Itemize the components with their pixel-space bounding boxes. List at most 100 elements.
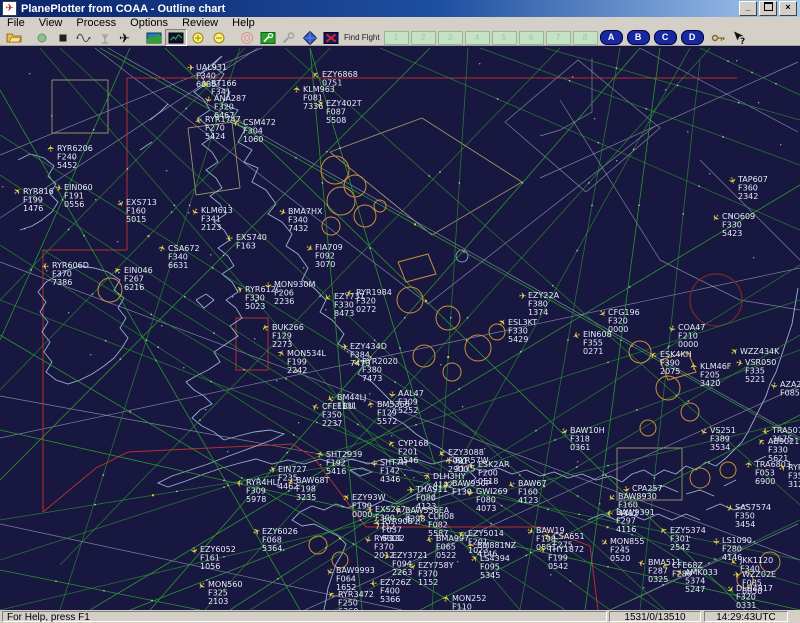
aircraft-flight-level: F163: [236, 241, 256, 250]
toolbar-chart-view-icon[interactable]: [144, 30, 164, 45]
toolbar-open-file-icon[interactable]: [4, 30, 24, 45]
aircraft-squawk: 1060: [243, 135, 263, 144]
aircraft-squawk: 4346: [380, 475, 400, 484]
toolbar-mode-s-icon[interactable]: [321, 30, 341, 45]
aircraft-icon: ✈: [187, 64, 195, 74]
toolbar-context-help-icon[interactable]: ?: [729, 30, 749, 45]
aircraft-icon: ✈: [293, 85, 304, 94]
group-button-c[interactable]: C: [654, 30, 677, 45]
aircraft-squawk: 2236: [274, 297, 294, 306]
toolbar-key-icon[interactable]: [708, 30, 728, 45]
aircraft-squawk: 0542: [548, 562, 568, 571]
aircraft-squawk: 5221: [745, 375, 765, 384]
group-button-b[interactable]: B: [627, 30, 650, 45]
select-view-button-5[interactable]: 5: [492, 31, 517, 45]
aircraft-icon: ✈: [467, 541, 477, 549]
toolbar-separator: [137, 31, 144, 45]
toolbar-signal-icon[interactable]: [74, 30, 94, 45]
aircraft-squawk: 2123: [201, 223, 221, 232]
aircraft-squawk: 0271: [583, 347, 603, 356]
aircraft-squawk: 5429: [508, 335, 528, 344]
aircraft-squawk: 5247: [685, 585, 705, 594]
status-clock: 14:29:43UTC: [704, 611, 788, 622]
svg-text:?: ?: [740, 37, 745, 46]
window-title: PlanePlotter from COAA - Outline chart: [21, 3, 225, 15]
select-view-button-8[interactable]: 8: [573, 31, 598, 45]
aircraft-squawk: 3454: [735, 520, 755, 529]
toolbar-antenna-icon[interactable]: [95, 30, 115, 45]
aircraft-squawk: 3124: [788, 480, 800, 489]
select-view-button-2[interactable]: 2: [411, 31, 436, 45]
aircraft-flight-level: F085: [780, 388, 800, 397]
toolbar-radar-range-icon[interactable]: [237, 30, 257, 45]
aircraft-squawk: 5345: [480, 571, 500, 580]
aircraft-squawk: 2342: [738, 192, 758, 201]
toolbar-options-tools-icon[interactable]: [279, 30, 299, 45]
toolbar-tools-icon[interactable]: [258, 30, 278, 45]
toolbar: ✈ Find Flght 12345678ABCD?: [0, 30, 800, 46]
minimize-button[interactable]: _: [739, 1, 757, 16]
aircraft-squawk: 2075: [660, 367, 680, 376]
aircraft-icon: ✈: [690, 362, 700, 371]
aircraft-squawk: 1374: [528, 308, 548, 317]
toolbar-separator: [25, 31, 32, 45]
toolbar-record-icon[interactable]: [32, 30, 52, 45]
menu-view[interactable]: View: [32, 17, 70, 30]
aircraft-squawk: 0325: [648, 575, 668, 584]
select-view-button-1[interactable]: 1: [384, 31, 409, 45]
select-view-button-3[interactable]: 3: [438, 31, 463, 45]
select-view-button-6[interactable]: 6: [519, 31, 544, 45]
app-icon: ✈: [2, 1, 17, 16]
aircraft-icon: ✈: [262, 282, 273, 291]
aircraft-squawk: 0272: [356, 305, 376, 314]
toolbar-aircraft-view-icon[interactable]: ✈: [116, 30, 136, 45]
aircraft-squawk: 5416: [326, 467, 346, 476]
map-area[interactable]: ✈UAL931F3406885✈BT166F341✈ANA287F3206467…: [0, 46, 800, 610]
chart-map[interactable]: ✈UAL931F3406885✈BT166F341✈ANA287F3206467…: [0, 46, 800, 610]
menu-help[interactable]: Help: [225, 17, 262, 30]
aircraft-squawk: 5364: [262, 544, 282, 553]
aircraft-squawk: 2542: [670, 543, 690, 552]
toolbar-zoom-in-icon[interactable]: [188, 30, 208, 45]
aircraft-icon: ✈: [733, 571, 742, 582]
group-button-d[interactable]: D: [681, 30, 704, 45]
aircraft-flight-level: F110: [452, 602, 472, 610]
aircraft-squawk: 0000: [678, 340, 698, 349]
maximize-button[interactable]: [759, 1, 777, 16]
aircraft-squawk: 3534: [710, 443, 730, 452]
toolbar-outline-chart-icon[interactable]: [165, 29, 187, 46]
aircraft-squawk: 2273: [272, 340, 292, 349]
aircraft-icon: ✈: [368, 460, 378, 468]
aircraft-icon: ✈: [235, 477, 244, 487]
toolbar-zoom-out-icon[interactable]: [209, 30, 229, 45]
aircraft-squawk: 5508: [326, 116, 346, 125]
aircraft-squawk: 3070: [315, 260, 335, 269]
menu-file[interactable]: File: [0, 17, 32, 30]
toolbar-stop-icon[interactable]: [53, 30, 73, 45]
toolbar-compass-icon[interactable]: [300, 30, 320, 45]
aircraft-icon: ✈: [710, 538, 720, 546]
aircraft-squawk: 3420: [700, 379, 720, 388]
select-view-button-4[interactable]: 4: [465, 31, 490, 45]
aircraft-squawk: 5023: [245, 302, 265, 311]
aircraft-squawk: 2237: [322, 419, 342, 428]
aircraft-callsign: WZZ434K: [740, 347, 780, 356]
aircraft-squawk: 2242: [287, 366, 307, 375]
aircraft-squawk: 0361: [570, 443, 590, 452]
aircraft-icon: ✈: [519, 292, 527, 302]
aircraft-icon: ✈: [47, 143, 58, 152]
find-flight-label[interactable]: Find Flght: [344, 33, 380, 42]
aircraft-squawk: 1476: [23, 204, 43, 213]
aircraft-squawk: 5423: [722, 229, 742, 238]
aircraft-squawk: 1152: [418, 578, 438, 587]
status-help-text: For Help, press F1: [2, 611, 607, 622]
toolbar-separator: [230, 31, 237, 45]
aircraft-squawk: 7386: [52, 278, 72, 287]
aircraft-squawk: 4073: [476, 504, 496, 513]
close-button[interactable]: ×: [779, 1, 797, 16]
group-button-a[interactable]: A: [600, 30, 623, 45]
select-view-button-7[interactable]: 7: [546, 31, 571, 45]
menu-process[interactable]: Process: [69, 17, 123, 30]
aircraft-icon: ✈: [366, 506, 375, 517]
aircraft-squawk: 2103: [208, 597, 228, 606]
